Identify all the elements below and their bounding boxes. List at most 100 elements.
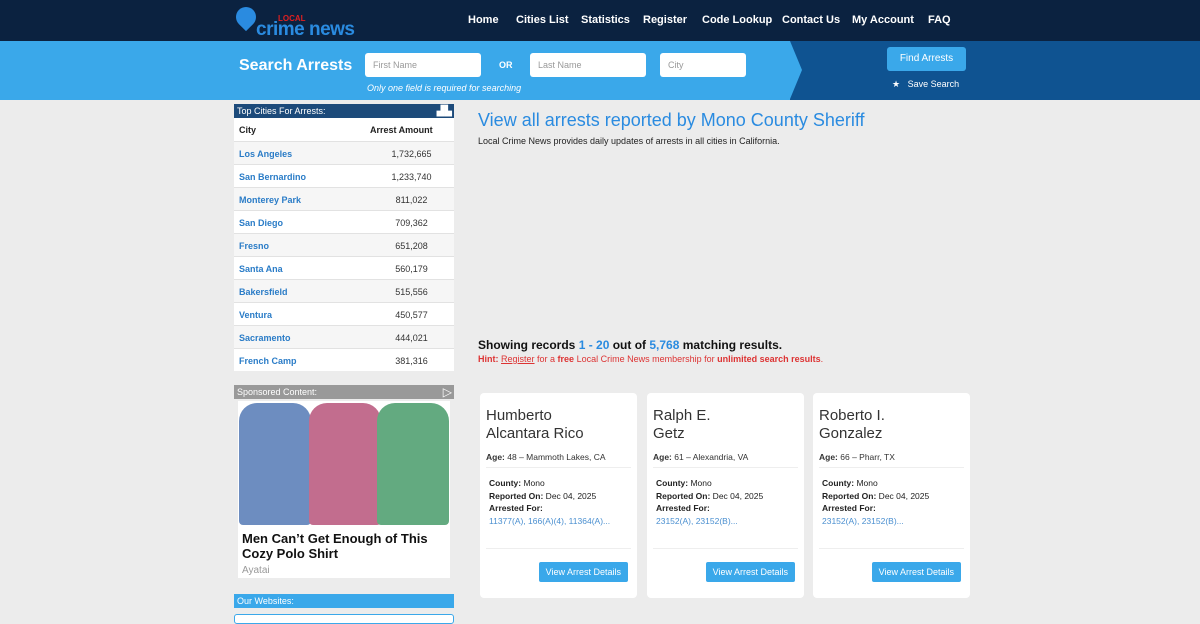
nav-cities-list[interactable]: Cities List [516, 14, 569, 26]
find-arrests-button[interactable]: Find Arrests [887, 47, 966, 71]
adchoices-icon[interactable]: ▷ [443, 385, 452, 399]
page-title: View all arrests reported by Mono County… [478, 110, 865, 130]
charges-link[interactable]: 23152(A), 23152(B)... [822, 516, 904, 526]
t: for a [534, 354, 558, 364]
view-arrest-details-button[interactable]: View Arrest Details [705, 562, 795, 582]
t: matching results. [679, 338, 783, 352]
city-row: Los Angeles 1,732,665 [234, 141, 454, 164]
city-link[interactable]: Sacramento [239, 333, 291, 343]
star-icon: ★ [892, 79, 901, 89]
city-link[interactable]: French Camp [239, 356, 297, 366]
name-line: Alcantara Rico [486, 425, 584, 442]
arrestee-name[interactable]: Ralph E. Getz [653, 407, 711, 443]
charges-link[interactable]: 23152(A), 23152(B)... [656, 516, 738, 526]
age-location: Age: 48 – Mammoth Lakes, CA [486, 452, 631, 468]
reported-label: Reported On: [656, 490, 711, 501]
arrest-amount: 560,179 [395, 264, 428, 274]
city-input[interactable] [660, 53, 746, 77]
city-link[interactable]: San Diego [239, 218, 283, 228]
divider [653, 548, 798, 549]
record-range: 1 - 20 [578, 338, 610, 352]
city-link[interactable]: Santa Ana [239, 264, 283, 274]
age-value: 61 – Alexandria, VA [671, 452, 749, 462]
arrest-amount: 811,022 [395, 195, 428, 205]
charges-link[interactable]: 11377(A), 166(A)(4), 11364(A)... [489, 516, 610, 526]
arrest-card: Ralph E. Getz Age: 61 – Alexandria, VA Co… [647, 393, 804, 598]
top-cities-title: Top Cities For Arrests: [237, 106, 326, 116]
age-label: Age: [819, 452, 838, 462]
arrestee-name[interactable]: Roberto I. Gonzalez [819, 407, 885, 443]
hint-label: Hint: [478, 354, 499, 364]
age-location: Age: 66 – Pharr, TX [819, 452, 964, 468]
arrestee-name[interactable]: Humberto Alcantara Rico [486, 407, 584, 443]
total-results: 5,768 [649, 338, 680, 352]
arrest-details: County: Mono Reported On: Dec 04, 2025 A… [822, 477, 929, 527]
reported-value: Dec 04, 2025 [710, 490, 764, 501]
divider [819, 548, 964, 549]
city-link[interactable]: Ventura [239, 310, 272, 320]
city-link[interactable]: Los Angeles [239, 149, 292, 159]
register-link[interactable]: Register [501, 354, 535, 364]
t: free [557, 354, 575, 364]
city-row: Sacramento 444,021 [234, 325, 454, 348]
or-label: OR [499, 60, 513, 70]
arrest-details: County: Mono Reported On: Dec 04, 2025 A… [489, 477, 610, 527]
first-name-input[interactable] [365, 53, 481, 77]
nav-contact-us[interactable]: Contact Us [782, 14, 840, 26]
nav-register[interactable]: Register [643, 14, 687, 26]
arrest-card: Humberto Alcantara Rico Age: 48 – Mammoth… [480, 393, 637, 598]
age-value: 48 – Mammoth Lakes, CA [504, 452, 606, 462]
our-websites-header: Our Websites: [234, 594, 454, 608]
arrest-card: Roberto I. Gonzalez Age: 66 – Pharr, TX C… [813, 393, 970, 598]
county-value: Mono [688, 478, 712, 488]
t: Showing records [478, 338, 579, 352]
nav-code-lookup[interactable]: Code Lookup [702, 14, 772, 26]
arrow-divider [790, 41, 802, 99]
age-location: Age: 61 – Alexandria, VA [653, 452, 798, 468]
ad-image [309, 403, 381, 525]
arrested-for-label: Arrested For: [656, 503, 710, 513]
divider [486, 548, 631, 549]
name-line: Roberto I. [819, 407, 885, 424]
city-link[interactable]: Bakersfield [239, 287, 288, 297]
cities-table-header: City Arrest Amount [234, 118, 454, 141]
city-link[interactable]: Fresno [239, 241, 269, 251]
county-value: Mono [521, 478, 545, 488]
reported-value: Dec 04, 2025 [876, 490, 930, 501]
city-row: San Diego 709,362 [234, 210, 454, 233]
city-row: San Bernardino 1,233,740 [234, 164, 454, 187]
arrested-for-label: Arrested For: [822, 503, 876, 513]
top-cities-header: Top Cities For Arrests: ▟▙ [234, 104, 454, 118]
col-arrest-amount: Arrest Amount [370, 125, 433, 135]
county-label: County: [656, 478, 689, 488]
county-label: County: [489, 478, 522, 488]
city-row: Santa Ana 560,179 [234, 256, 454, 279]
t: . [820, 354, 824, 364]
name-line: Gonzalez [819, 425, 883, 442]
our-websites-box [234, 614, 454, 624]
city-link[interactable]: San Bernardino [239, 172, 306, 182]
sponsored-header: Sponsored Content: ▷ [234, 385, 454, 399]
nav-my-account[interactable]: My Account [852, 14, 914, 26]
nav-statistics[interactable]: Statistics [581, 14, 630, 26]
age-label: Age: [653, 452, 672, 462]
city-link[interactable]: Monterey Park [239, 195, 301, 205]
county-value: Mono [854, 478, 878, 488]
nav-home[interactable]: Home [468, 14, 499, 26]
site-logo[interactable]: LOCAL crime news [231, 2, 359, 40]
name-line: Getz [653, 425, 685, 442]
view-arrest-details-button[interactable]: View Arrest Details [538, 562, 628, 582]
arrest-amount: 515,556 [395, 287, 428, 297]
view-arrest-details-button[interactable]: View Arrest Details [871, 562, 961, 582]
save-search-button[interactable]: ★ Save Search [892, 79, 959, 90]
last-name-input[interactable] [530, 53, 646, 77]
city-row: Monterey Park 811,022 [234, 187, 454, 210]
city-row: Fresno 651,208 [234, 233, 454, 256]
sponsored-ad[interactable]: Men Can’t Get Enough of This Cozy Polo S… [238, 401, 450, 578]
membership-hint: Hint: Register for a free Local Crime Ne… [478, 354, 823, 364]
arrest-amount: 709,362 [395, 218, 428, 228]
name-line: Humberto [486, 407, 552, 424]
ad-image [377, 403, 449, 525]
ad-headline[interactable]: Men Can’t Get Enough of This Cozy Polo S… [242, 531, 450, 561]
nav-faq[interactable]: FAQ [928, 14, 951, 26]
